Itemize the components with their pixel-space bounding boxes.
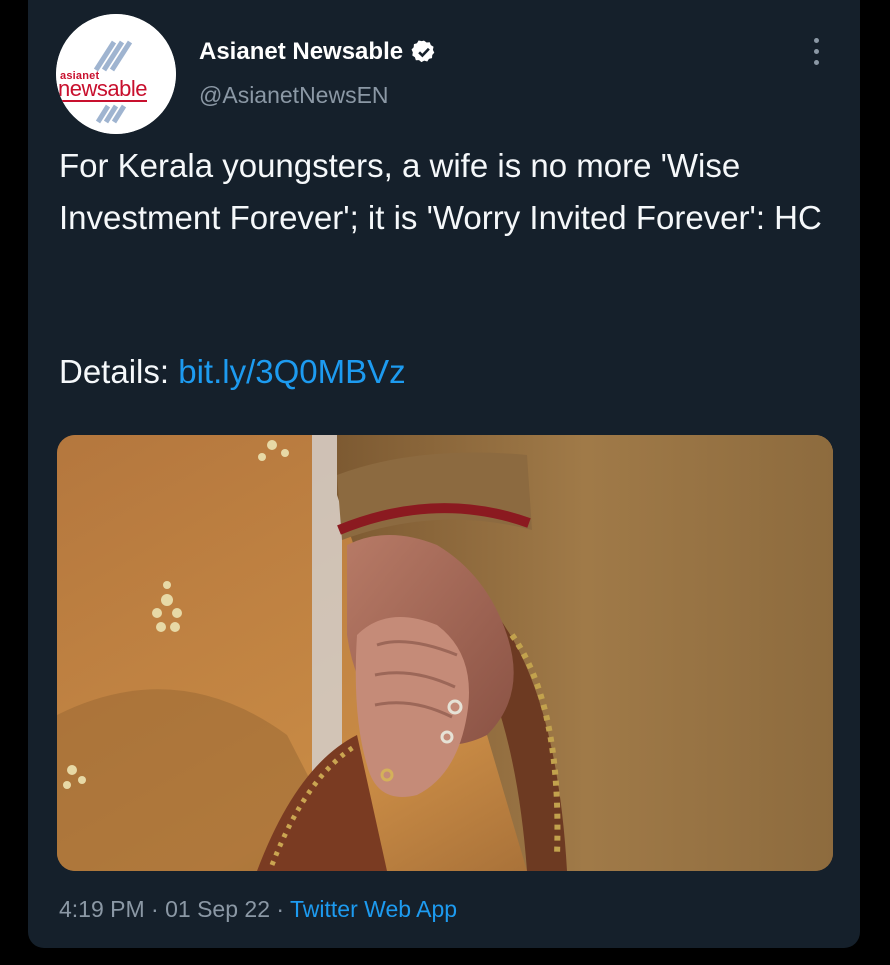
author-row: Asianet Newsable	[199, 38, 437, 66]
details-link[interactable]: bit.ly/3Q0MBVz	[178, 353, 405, 390]
tweet-time[interactable]: 4:19 PM	[59, 896, 145, 922]
separator: ·	[151, 896, 159, 922]
tweet-card[interactable]: asianet newsable Asianet Newsable @Asian…	[28, 0, 860, 948]
account-handle[interactable]: @AsianetNewsEN	[199, 82, 389, 109]
tweet-date[interactable]: 01 Sep 22	[165, 896, 270, 922]
more-options-icon[interactable]	[814, 38, 822, 68]
avatar-logo-bottom-text: newsable	[58, 76, 147, 102]
details-line: Details: bit.ly/3Q0MBVz	[59, 346, 406, 398]
tweet-metadata: 4:19 PM · 01 Sep 22 · Twitter Web App	[59, 896, 457, 923]
tweet-media-image[interactable]	[57, 435, 833, 871]
details-label: Details:	[59, 353, 170, 390]
wedding-hands-photo	[57, 435, 833, 871]
avatar[interactable]: asianet newsable	[56, 14, 176, 134]
verified-badge-icon	[411, 40, 435, 63]
tweet-source[interactable]: Twitter Web App	[290, 896, 457, 922]
tweet-text: For Kerala youngsters, a wife is no more…	[59, 147, 822, 236]
display-name[interactable]: Asianet Newsable	[199, 38, 403, 66]
separator: ·	[276, 896, 285, 922]
bottom-edge	[0, 948, 890, 965]
